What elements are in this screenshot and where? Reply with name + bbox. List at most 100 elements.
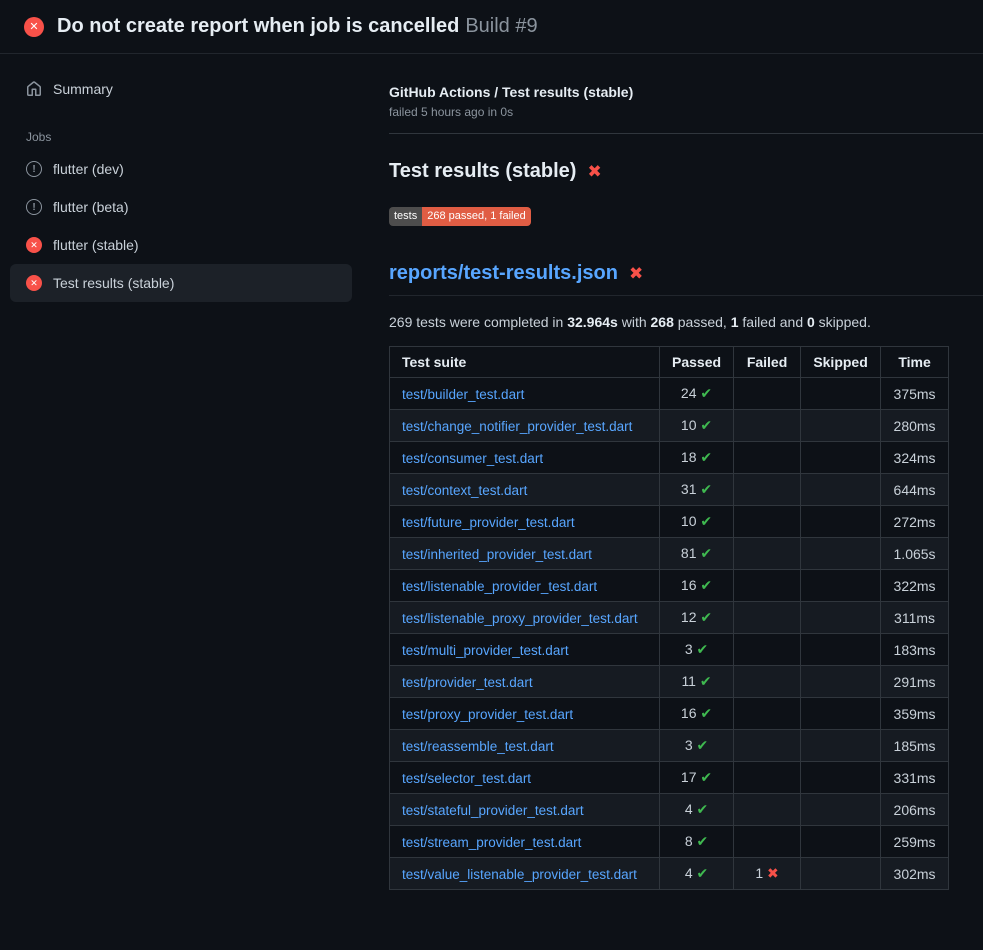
passed-cell: 11 ✔ [660,666,734,698]
failed-status-icon: ✕ [26,275,42,291]
skipped-cell [801,570,881,602]
suite-link[interactable]: test/context_test.dart [402,483,527,498]
time-cell: 375ms [881,378,949,410]
passed-cell: 10 ✔ [660,410,734,442]
suite-link[interactable]: test/future_provider_test.dart [402,515,575,530]
sidebar: Summary Jobs ! flutter (dev) ! flutter (… [0,54,389,302]
skipped-cell [801,442,881,474]
time-cell: 206ms [881,794,949,826]
summary-text: failed and [739,314,808,330]
passed-cell: 3 ✔ [660,634,734,666]
suite-cell: test/provider_test.dart [390,666,660,698]
check-icon: ✔ [697,417,713,433]
breadcrumb: GitHub Actions / Test results (stable) [389,84,952,100]
check-title: Test results (stable) [389,160,576,183]
table-row: test/inherited_provider_test.dart 81 ✔ 1.0… [390,538,949,570]
suite-link[interactable]: test/change_notifier_provider_test.dart [402,419,632,434]
suite-link[interactable]: test/builder_test.dart [402,387,524,402]
suite-link[interactable]: test/stream_provider_test.dart [402,835,581,850]
time-cell: 280ms [881,410,949,442]
suite-link[interactable]: test/consumer_test.dart [402,451,543,466]
passed-count: 11 [681,673,696,689]
x-icon: ✖ [763,865,779,881]
failed-cell: 1 ✖ [734,858,801,890]
summary-text: 269 tests were completed in [389,314,567,330]
check-icon: ✔ [693,833,709,849]
table-row: test/listenable_provider_test.dart16 ✔32… [390,570,949,602]
skipped-cell [801,826,881,858]
skipped-cell [801,794,881,826]
suite-link[interactable]: test/reassemble_test.dart [402,739,554,754]
summary-text: passed, [674,314,731,330]
column-header-time: Time [881,347,949,378]
suite-cell: test/future_provider_test.dart [390,506,660,538]
skipped-cell [801,602,881,634]
suite-link[interactable]: test/multi_provider_test.dart [402,643,569,658]
passed-cell: 81 ✔ [660,538,734,570]
time-cell: 311ms [881,602,949,634]
check-icon: ✔ [697,481,713,497]
page-layout: Summary Jobs ! flutter (dev) ! flutter (… [0,54,983,914]
suite-link[interactable]: test/stateful_provider_test.dart [402,803,584,818]
sidebar-item-flutter-beta[interactable]: ! flutter (beta) [10,188,352,226]
table-row: test/reassemble_test.dart3 ✔185ms [390,730,949,762]
sidebar-item-summary[interactable]: Summary [10,70,352,108]
time-cell: 185ms [881,730,949,762]
passed-cell: 31 ✔ [660,474,734,506]
check-icon: ✔ [693,865,709,881]
suite-cell: test/listenable_provider_test.dart [390,570,660,602]
failed-cell [734,570,801,602]
passed-count: 10 [681,513,697,529]
passed-count: 81 [681,545,697,561]
suite-link[interactable]: test/inherited_provider_test.dart [402,547,592,562]
passed-cell: 16 ✔ [660,570,734,602]
table-row: test/provider_test.dart 11 ✔ 291ms [390,666,949,698]
suite-link[interactable]: test/proxy_provider_test.dart [402,707,573,722]
suite-cell: test/context_test.dart [390,474,660,506]
failed-cell [734,698,801,730]
table-row: test/consumer_test.dart18 ✔324ms [390,442,949,474]
suite-link[interactable]: test/selector_test.dart [402,771,531,786]
build-title-text: Do not create report when job is cancell… [57,15,459,37]
suite-link[interactable]: test/provider_test.dart [402,675,533,690]
table-row: test/stateful_provider_test.dart 4 ✔ 206ms [390,794,949,826]
passed-count: 16 [681,705,697,721]
suite-cell: test/consumer_test.dart [390,442,660,474]
passed-cell: 4 ✔ [660,794,734,826]
sidebar-item-flutter-dev[interactable]: ! flutter (dev) [10,150,352,188]
table-row: test/selector_test.dart17 ✔331ms [390,762,949,794]
check-icon: ✔ [697,513,713,529]
sidebar-item-test-results-stable[interactable]: ✕ Test results (stable) [10,264,352,302]
passed-cell: 10 ✔ [660,506,734,538]
table-row: test/stream_provider_test.dart8 ✔259ms [390,826,949,858]
check-icon: ✔ [696,673,712,689]
suite-cell: test/stream_provider_test.dart [390,826,660,858]
suite-cell: test/selector_test.dart [390,762,660,794]
column-header-skipped: Skipped [801,347,881,378]
passed-count: 18 [681,449,697,465]
passed-count: 12 [681,609,697,625]
table-row: test/future_provider_test.dart10 ✔272ms [390,506,949,538]
failed-count: 1 [755,865,763,881]
jobs-section-label: Jobs [26,130,352,144]
skipped-cell [801,698,881,730]
skipped-cell [801,378,881,410]
report-file-link[interactable]: reports/test-results.json [389,262,618,285]
suite-link[interactable]: test/value_listenable_provider_test.dart [402,867,637,882]
check-icon: ✔ [697,577,713,593]
suite-cell: test/reassemble_test.dart [390,730,660,762]
time-cell: 1.065s [881,538,949,570]
failed-cell [734,794,801,826]
sidebar-item-flutter-stable[interactable]: ✕ flutter (stable) [10,226,352,264]
passed-count: 3 [685,737,693,753]
passed-count: 16 [681,577,697,593]
failed-cell [734,826,801,858]
skipped-cell [801,474,881,506]
time-cell: 291ms [881,666,949,698]
suite-link[interactable]: test/listenable_provider_test.dart [402,579,597,594]
passed-count: 3 [685,641,693,657]
report-heading: reports/test-results.json ✖ [389,262,983,296]
suite-link[interactable]: test/listenable_proxy_provider_test.dart [402,611,638,626]
table-row: test/value_listenable_provider_test.dart… [390,858,949,890]
passed-cell: 18 ✔ [660,442,734,474]
